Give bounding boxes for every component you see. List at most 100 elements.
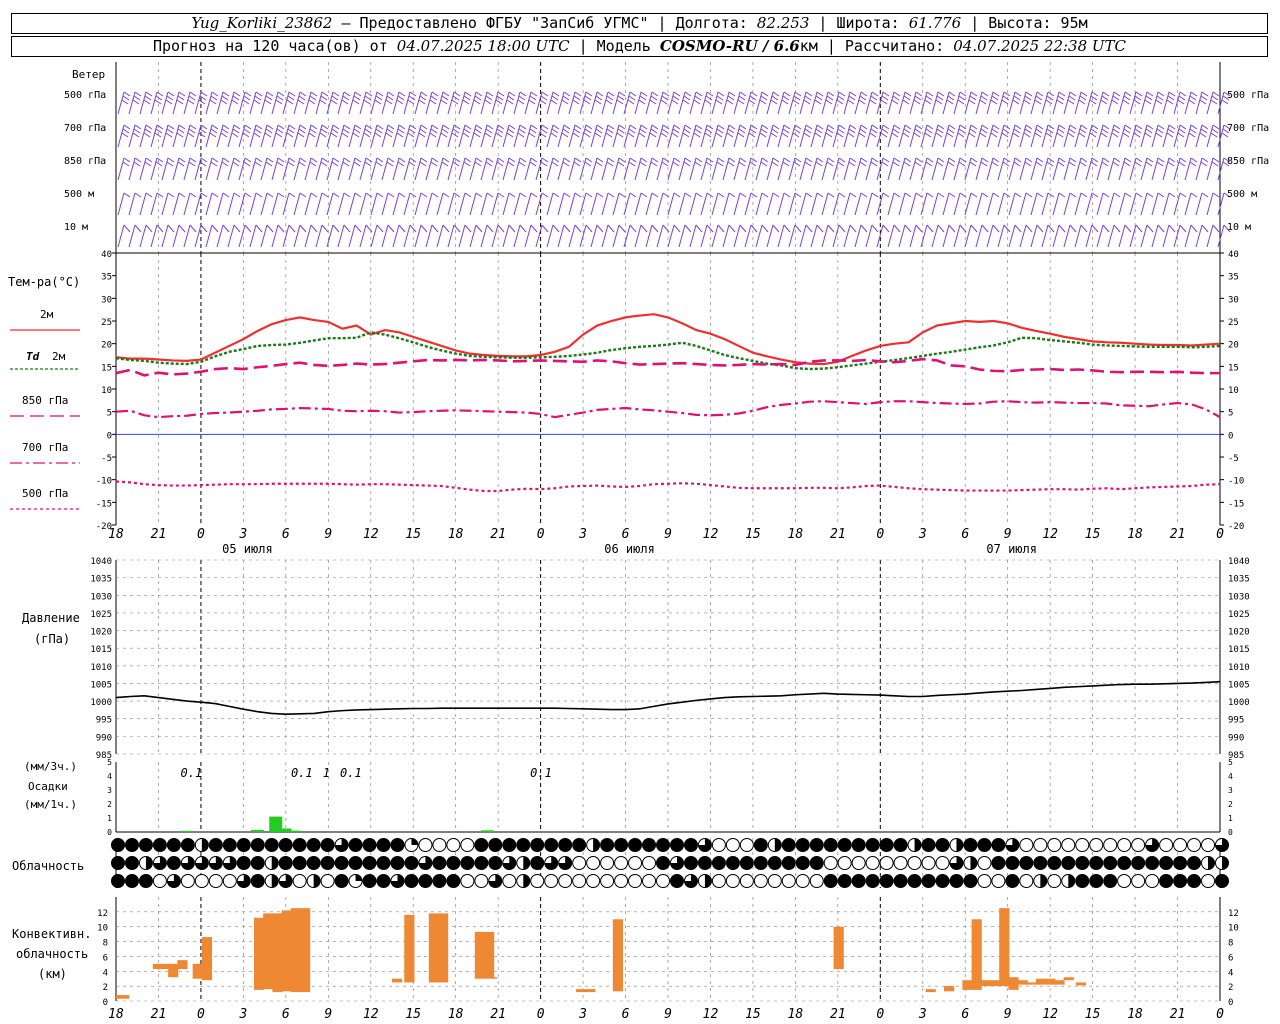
wind-barb [931,124,945,148]
wind-barb [656,91,670,115]
wind-barb [964,91,978,115]
wind-barb [238,192,252,216]
wind-barb [810,192,824,216]
cloud-circle [683,856,698,870]
wind-barb [711,224,725,248]
temp-tick-right: -5 [1228,454,1239,464]
wind-barb [1096,157,1110,181]
cloud-circle [1201,838,1216,852]
wind-barb [117,124,131,148]
wind-barb [843,157,857,181]
wind-title: Ветер [72,68,105,81]
wind-barb [832,124,846,148]
wind-barb [1041,91,1055,115]
cloud-circle [1089,838,1104,852]
wind-barb [898,124,912,148]
cloud-circle [222,874,237,888]
wind-barb [854,224,868,248]
wind-barb [1162,124,1176,148]
prec-tick-right: 5 [1228,758,1233,767]
wind-barb [557,91,571,115]
wind-barb [1173,91,1187,115]
cloud-circle [1005,874,1020,888]
conv-tick-left: 0 [103,998,108,1008]
temp-x-tick: 3 [238,527,247,542]
wind-barb [414,124,428,148]
cloud-circle [991,856,1006,870]
wind-barb [1063,157,1077,181]
wind-barb [788,224,802,248]
temp-tick-left: -5 [101,454,112,464]
cloud-circle [893,838,908,852]
wind-barb [1085,224,1099,248]
prec-tick-left: 0 [107,828,112,837]
wind-barb [1140,224,1154,248]
wind-barb [777,91,791,115]
wind-barb [1107,224,1121,248]
cloud-circle [208,856,223,870]
conv-x-tick: 15 [1085,1007,1101,1022]
wind-level-right: 850 гПа [1227,156,1269,167]
wind-barb [150,157,164,181]
wind-barb [964,224,978,248]
conv-x-tick: 0 [197,1007,205,1022]
wind-barb [1195,157,1209,181]
cloud-circle [809,856,824,870]
wind-barb [1107,157,1121,181]
wind-barb [535,124,549,148]
cloud-circle [208,838,223,852]
cloud-circle [907,856,922,870]
cloud-circle [236,856,251,870]
wind-barb [634,192,648,216]
cloud-circle [292,838,307,852]
cloud-circle [1117,874,1132,888]
wind-barb [942,157,956,181]
conv-tick-right: 0 [1228,998,1233,1008]
wind-barb [953,91,967,115]
wind-barb [271,91,285,115]
wind-barb [865,91,879,115]
conv-x-tick: 9 [1004,1007,1012,1022]
cloud-circle [362,856,377,870]
cloud-circle [893,874,908,888]
wind-barb [227,91,241,115]
wind-barb [502,224,516,248]
cloud-circle [111,856,125,870]
wind-barb [1074,192,1088,216]
cloud-circle [1159,838,1174,852]
conv-bar [192,963,203,979]
cloud-circle [921,856,936,870]
cloud-circle [753,838,768,852]
wind-barb [876,192,890,216]
cloud-circle [306,838,321,852]
wind-barb [414,192,428,216]
wind-barb [535,224,549,248]
wind-barb [249,124,263,148]
wind-barb [997,192,1011,216]
wind-barb [1206,91,1220,115]
wind-barb [689,157,703,181]
wind-barb [799,192,813,216]
cloud-circle [1033,874,1048,888]
temp-tick-right: 0 [1228,431,1233,441]
cloud-circle [711,874,726,888]
wind-barb [755,157,769,181]
cloud-circle [907,874,922,888]
wind-barb [1195,124,1209,148]
wind-barb [260,157,274,181]
wind-barb [1008,224,1022,248]
wind-barb [128,157,142,181]
conv-x-tick: 3 [238,1007,247,1022]
wind-barb [392,124,406,148]
wind-barb [667,224,681,248]
cloud-circle [823,838,838,852]
wind-barb [403,124,417,148]
wind-barb [942,124,956,148]
wind-barb [1184,192,1198,216]
conv-bar [576,989,596,993]
cloud-circle [865,874,880,888]
legend-label-2: 850 гПа [22,394,68,407]
cloud-circle [795,838,810,852]
conv-bar [281,910,292,992]
cloud-circle [683,874,698,888]
